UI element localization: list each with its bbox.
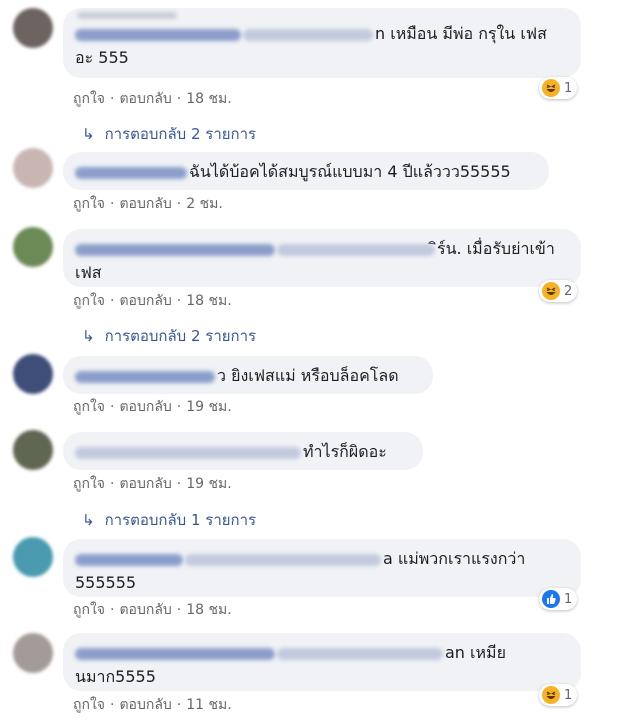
comment-text: a แม่พวกเราแรงกว่า [383, 549, 526, 568]
reply-arrow-icon: ↳ [82, 327, 95, 345]
reply-link[interactable]: ตอบกลับ [119, 196, 171, 212]
comment-actions: ถูกใจ · ตอบกลับ · 18 ชม. [73, 293, 232, 309]
commenter-avatar[interactable] [13, 354, 53, 394]
comment-text: ฉันได้บ้อคได้สมบูรณ์แบบมา 4 ปีแล้ววว5555… [189, 162, 511, 181]
comment-bubble: ทำไรก็ผิดอะ [63, 432, 423, 470]
like-link[interactable]: ถูกใจ [73, 399, 105, 415]
reply-link[interactable]: ตอบกลับ [119, 602, 171, 618]
view-replies-link[interactable]: ↳ การตอบกลับ 2 รายการ [82, 324, 256, 348]
view-replies-link[interactable]: ↳ การตอบกลับ 2 รายการ [82, 122, 256, 146]
comment-text: ทำไรก็ผิดอะ [303, 442, 387, 461]
comment-bubble: a แม่พวกเราแรงกว่า 555555 [63, 539, 581, 597]
reaction-count[interactable]: 1 [539, 684, 578, 706]
commenter-avatar[interactable] [13, 8, 53, 48]
comment-bubble: ว ยิงเฟสแม่ หรือบล็อคโลด [63, 356, 433, 394]
comment-text: ว ยิงเฟสแม่ หรือบล็อคโลด [217, 366, 399, 385]
comment-actions: ถูกใจ · ตอบกลับ · 2 ชม. [73, 196, 223, 212]
comment-text: เฟส [75, 263, 102, 282]
view-replies-link[interactable]: ↳ การตอบกลับ 1 รายการ [82, 508, 256, 532]
haha-emoji-icon [542, 79, 560, 97]
comment-text: นมาก5555 [75, 667, 156, 686]
comment-timestamp[interactable]: 18 ชม. [186, 91, 231, 107]
comment-bubble: an เหมีย นมาก5555 [63, 633, 581, 691]
comment-bubble: ิร์น. เมื่อรับย่าเข้า เฟส [63, 229, 581, 287]
reply-arrow-icon: ↳ [82, 511, 95, 529]
comment-actions: ถูกใจ · ตอบกลับ · 18 ชม. [73, 602, 232, 618]
commenter-avatar[interactable] [13, 633, 53, 673]
like-link[interactable]: ถูกใจ [73, 91, 105, 107]
comment-text: 555555 [75, 573, 137, 592]
comment-actions: ถูกใจ · ตอบกลับ · 11 ชม. [73, 697, 232, 713]
reply-link[interactable]: ตอบกลับ [119, 399, 171, 415]
comment-timestamp[interactable]: 18 ชม. [186, 293, 231, 309]
comment-timestamp[interactable]: 11 ชม. [186, 697, 231, 713]
commenter-avatar[interactable] [13, 430, 53, 470]
reaction-count[interactable]: 2 [539, 280, 578, 302]
comment-text: อะ 555 [75, 48, 129, 67]
commenter-avatar[interactable] [13, 537, 53, 577]
comment-timestamp[interactable]: 18 ชม. [186, 602, 231, 618]
commenter-avatar[interactable] [13, 227, 53, 267]
comment-timestamp[interactable]: 19 ชม. [186, 399, 231, 415]
comment-actions: ถูกใจ · ตอบกลับ · 19 ชม. [73, 476, 232, 492]
comment-text: an เหมีย [445, 643, 506, 662]
comment-actions: ถูกใจ · ตอบกลับ · 19 ชม. [73, 399, 232, 415]
reply-arrow-icon: ↳ [82, 125, 95, 143]
reaction-count[interactable]: 1 [539, 77, 578, 99]
comment-bubble: n เหมือน มีพ่อ กรุใน เฟส อะ 555 [63, 8, 581, 78]
haha-emoji-icon [542, 282, 560, 300]
comment-actions: ถูกใจ · ตอบกลับ · 18 ชม. [73, 91, 232, 107]
like-thumb-icon [542, 590, 560, 608]
reply-link[interactable]: ตอบกลับ [119, 476, 171, 492]
like-link[interactable]: ถูกใจ [73, 697, 105, 713]
like-link[interactable]: ถูกใจ [73, 293, 105, 309]
haha-emoji-icon [542, 686, 560, 704]
like-link[interactable]: ถูกใจ [73, 196, 105, 212]
comment-text: ิร์น. เมื่อรับย่าเข้า [437, 239, 555, 258]
reply-link[interactable]: ตอบกลับ [119, 697, 171, 713]
like-link[interactable]: ถูกใจ [73, 602, 105, 618]
comment-bubble: ฉันได้บ้อคได้สมบูรณ์แบบมา 4 ปีแล้ววว5555… [63, 152, 549, 190]
comment-text: n เหมือน มีพ่อ กรุใน เฟส [375, 24, 547, 43]
comment-timestamp[interactable]: 2 ชม. [186, 196, 223, 212]
like-link[interactable]: ถูกใจ [73, 476, 105, 492]
reaction-count[interactable]: 1 [539, 588, 578, 610]
comment-timestamp[interactable]: 19 ชม. [186, 476, 231, 492]
commenter-avatar[interactable] [13, 148, 53, 188]
reply-link[interactable]: ตอบกลับ [119, 293, 171, 309]
reply-link[interactable]: ตอบกลับ [119, 91, 171, 107]
